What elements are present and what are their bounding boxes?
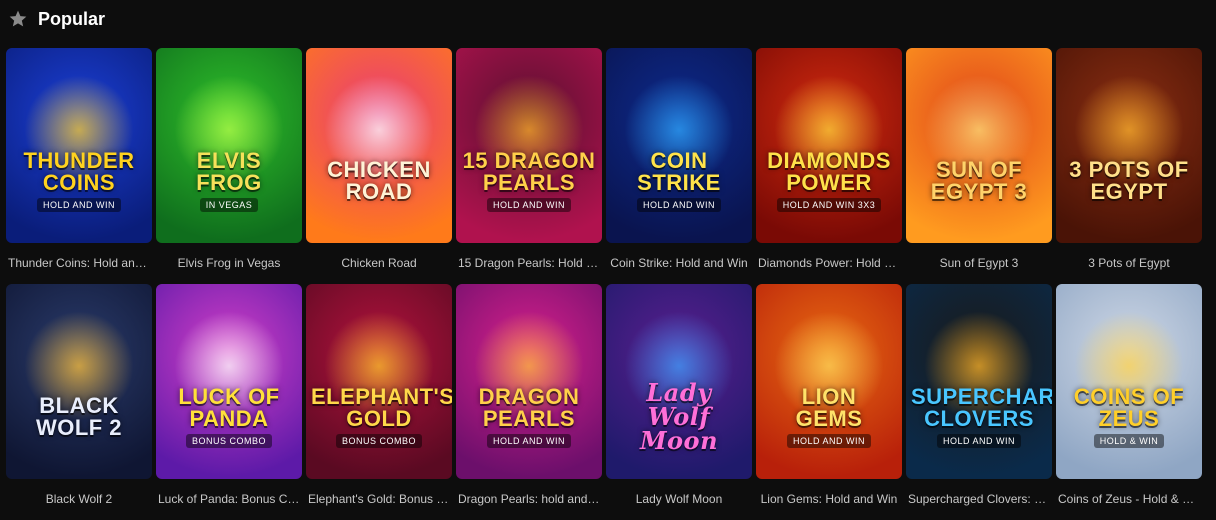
game-thumbnail[interactable]: BLACK WOLF 2: [6, 284, 152, 479]
game-tile[interactable]: LION GEMS HOLD AND WIN Lion Gems: Hold and…: [756, 284, 902, 520]
game-logo-text: 3 POTS OF EGYPT: [1069, 156, 1189, 204]
game-tile[interactable]: COINS OF ZEUS HOLD & WIN Coins of Zeus - H…: [1056, 284, 1202, 520]
game-logo-subtitle: HOLD AND WIN: [36, 197, 121, 212]
game-thumbnail[interactable]: DRAGON PEARLS HOLD AND WIN: [456, 284, 602, 479]
game-logo-text: LION GEMS: [795, 383, 863, 431]
game-thumbnail[interactable]: SUN OF EGYPT 3: [906, 48, 1052, 243]
game-logo-subtitle: HOLD AND WIN: [936, 433, 1021, 448]
game-tile[interactable]: BLACK WOLF 2 Black Wolf 2: [6, 284, 152, 520]
game-thumbnail[interactable]: 3 POTS OF EGYPT: [1056, 48, 1202, 243]
game-title[interactable]: Chicken Road: [306, 243, 452, 284]
game-tile[interactable]: SUN OF EGYPT 3 Sun of Egypt 3: [906, 48, 1052, 284]
game-logo-text: BLACK WOLF 2: [35, 392, 123, 440]
game-tile[interactable]: 15 DRAGON PEARLS HOLD AND WIN 15 Dragon Pe…: [456, 48, 602, 284]
game-title[interactable]: Dragon Pearls: hold and ...: [456, 479, 602, 520]
game-thumbnail[interactable]: CHICKEN ROAD: [306, 48, 452, 243]
game-logo-text: SUPERCHARGED CLOVERS: [911, 383, 1052, 431]
game-tile[interactable]: THUNDER COINS HOLD AND WIN Thunder Coins: …: [6, 48, 152, 284]
game-logo-subtitle: BONUS COMBO: [335, 433, 422, 448]
game-logo-subtitle: HOLD AND WIN: [486, 433, 571, 448]
game-logo-subtitle: HOLD AND WIN: [486, 197, 571, 212]
game-title[interactable]: Black Wolf 2: [6, 479, 152, 520]
game-tile[interactable]: DRAGON PEARLS HOLD AND WIN Dragon Pearls: …: [456, 284, 602, 520]
game-logo-text: COINS OF ZEUS: [1073, 383, 1185, 431]
game-logo-text: THUNDER COINS: [23, 147, 135, 195]
game-thumbnail[interactable]: Lady Wolf Moon: [606, 284, 752, 479]
game-logo-text: DIAMONDS POWER: [767, 147, 891, 195]
game-logo-subtitle: IN VEGAS: [199, 197, 259, 212]
game-tile[interactable]: COIN STRIKE HOLD AND WIN Coin Strike: Hold…: [606, 48, 752, 284]
game-title[interactable]: 15 Dragon Pearls: Hold an...: [456, 243, 602, 284]
game-tile[interactable]: SUPERCHARGED CLOVERS HOLD AND WIN Supercha…: [906, 284, 1052, 520]
game-title[interactable]: Coin Strike: Hold and Win: [606, 243, 752, 284]
game-logo-text: COIN STRIKE: [637, 147, 721, 195]
game-tile[interactable]: DIAMONDS POWER HOLD AND WIN 3X3 Diamonds P…: [756, 48, 902, 284]
game-title[interactable]: Elephant's Gold: Bonus C...: [306, 479, 452, 520]
game-logo-subtitle: HOLD AND WIN: [636, 197, 721, 212]
game-tile[interactable]: 3 POTS OF EGYPT 3 Pots of Egypt: [1056, 48, 1202, 284]
game-thumbnail[interactable]: LION GEMS HOLD AND WIN: [756, 284, 902, 479]
game-tile[interactable]: ELEPHANT'S GOLD BONUS COMBO Elephant's Gol…: [306, 284, 452, 520]
game-logo-text: CHICKEN ROAD: [327, 156, 431, 204]
game-tile[interactable]: CHICKEN ROAD Chicken Road: [306, 48, 452, 284]
game-logo-text: 15 DRAGON PEARLS: [462, 147, 596, 195]
game-logo-text: DRAGON PEARLS: [478, 383, 580, 431]
game-title[interactable]: Coins of Zeus - Hold & Win: [1056, 479, 1202, 520]
game-title[interactable]: Diamonds Power: Hold an...: [756, 243, 902, 284]
game-title[interactable]: Lion Gems: Hold and Win: [756, 479, 902, 520]
game-title[interactable]: Sun of Egypt 3: [906, 243, 1052, 284]
game-tile[interactable]: LUCK OF PANDA BONUS COMBO Luck of Panda: B…: [156, 284, 302, 520]
game-logo-text: SUN OF EGYPT 3: [930, 156, 1028, 204]
game-logo-subtitle: HOLD & WIN: [1093, 433, 1165, 448]
star-icon: [9, 10, 27, 27]
section-title: Popular: [38, 8, 106, 29]
game-thumbnail[interactable]: COINS OF ZEUS HOLD & WIN: [1056, 284, 1202, 479]
game-logo-text: ELVIS FROG: [196, 147, 262, 195]
game-thumbnail[interactable]: LUCK OF PANDA BONUS COMBO: [156, 284, 302, 479]
game-tile[interactable]: Lady Wolf Moon Lady Wolf Moon: [606, 284, 752, 520]
game-logo-text: Lady Wolf Moon: [639, 377, 719, 455]
game-logo-subtitle: HOLD AND WIN: [786, 433, 871, 448]
game-title[interactable]: 3 Pots of Egypt: [1056, 243, 1202, 284]
game-logo-text: LUCK OF PANDA: [178, 383, 280, 431]
game-thumbnail[interactable]: DIAMONDS POWER HOLD AND WIN 3X3: [756, 48, 902, 243]
game-thumbnail[interactable]: THUNDER COINS HOLD AND WIN: [6, 48, 152, 243]
section-header: Popular: [8, 6, 105, 32]
game-thumbnail[interactable]: ELEPHANT'S GOLD BONUS COMBO: [306, 284, 452, 479]
game-tile[interactable]: ELVIS FROG IN VEGAS Elvis Frog in Vegas: [156, 48, 302, 284]
game-title[interactable]: Lady Wolf Moon: [606, 479, 752, 520]
game-logo-text: ELEPHANT'S GOLD: [311, 383, 452, 431]
game-title[interactable]: Luck of Panda: Bonus Co...: [156, 479, 302, 520]
game-thumbnail[interactable]: SUPERCHARGED CLOVERS HOLD AND WIN: [906, 284, 1052, 479]
games-grid: THUNDER COINS HOLD AND WIN Thunder Coins: …: [6, 48, 1202, 520]
game-thumbnail[interactable]: ELVIS FROG IN VEGAS: [156, 48, 302, 243]
game-title[interactable]: Thunder Coins: Hold and ...: [6, 243, 152, 284]
game-logo-subtitle: BONUS COMBO: [185, 433, 272, 448]
game-logo-subtitle: HOLD AND WIN 3X3: [776, 197, 882, 212]
game-thumbnail[interactable]: COIN STRIKE HOLD AND WIN: [606, 48, 752, 243]
game-thumbnail[interactable]: 15 DRAGON PEARLS HOLD AND WIN: [456, 48, 602, 243]
game-title[interactable]: Supercharged Clovers: Ho...: [906, 479, 1052, 520]
game-title[interactable]: Elvis Frog in Vegas: [156, 243, 302, 284]
